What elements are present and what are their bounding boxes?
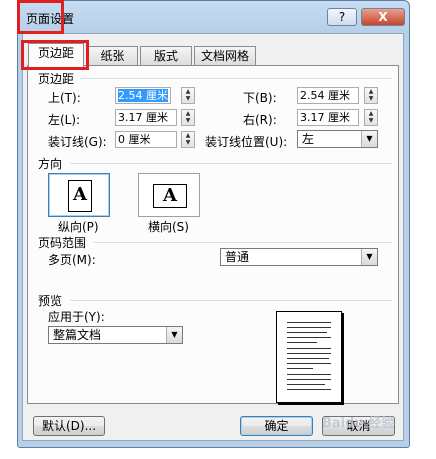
portrait-page-icon: A (68, 180, 92, 212)
preview-line (287, 342, 317, 343)
help-button[interactable]: ? (327, 8, 357, 26)
apply-to-label: 应用于(Y): (48, 310, 105, 324)
watermark: Baidu 经验 (322, 416, 395, 431)
gutter-spinner[interactable]: ▲ ▼ (181, 131, 195, 148)
preview-line (287, 327, 331, 328)
multiple-pages-label: 多页(M): (48, 253, 96, 267)
landscape-page-icon: A (153, 184, 187, 208)
right-margin-label: 右(R): (243, 113, 277, 127)
tab-paper[interactable]: 纸张 (87, 46, 138, 65)
preview-line (287, 358, 329, 359)
preview-line (287, 337, 331, 338)
preview-line (287, 379, 331, 380)
tab-margins[interactable]: 页边距 (28, 43, 84, 67)
left-margin-input[interactable]: 3.17 厘米 (115, 109, 177, 126)
divider (80, 78, 392, 80)
bottom-margin-input[interactable]: 2.54 厘米 (297, 87, 359, 104)
preview-line (287, 322, 331, 323)
preview-page (276, 311, 342, 403)
preview-line (287, 384, 325, 385)
portrait-option[interactable]: A (48, 173, 110, 217)
chevron-down-icon: ▼ (361, 249, 377, 265)
ok-button[interactable]: 确定 (240, 416, 313, 436)
preview-line (287, 348, 331, 349)
gutter-input[interactable]: 0 厘米 (115, 131, 177, 148)
chevron-down-icon: ▼ (166, 327, 182, 343)
preview-line (287, 353, 331, 354)
left-margin-label: 左(L): (48, 113, 81, 127)
chevron-down-icon: ▼ (361, 131, 377, 147)
preview-line (287, 332, 327, 333)
divider (94, 242, 392, 244)
tab-document-grid[interactable]: 文档网格 (194, 46, 256, 65)
default-button[interactable]: 默认(D)... (33, 416, 105, 436)
landscape-label: 横向(S) (148, 220, 189, 234)
gutter-position-label: 装订线位置(U): (205, 135, 288, 149)
preview-line (287, 389, 331, 390)
divider (70, 163, 392, 165)
gutter-position-select[interactable]: 左 ▼ (297, 130, 378, 148)
apply-to-select[interactable]: 整篇文档 ▼ (48, 326, 183, 344)
multiple-pages-select[interactable]: 普通 ▼ (220, 248, 378, 266)
portrait-label: 纵向(P) (58, 220, 99, 234)
preview-line (287, 374, 331, 375)
bottom-margin-spinner[interactable]: ▲ ▼ (364, 87, 378, 104)
top-margin-label: 上(T): (48, 91, 81, 105)
divider (70, 300, 392, 302)
right-margin-spinner[interactable]: ▲ ▼ (364, 109, 378, 126)
top-margin-spinner[interactable]: ▲ ▼ (181, 87, 195, 104)
close-button[interactable]: X (361, 8, 405, 26)
landscape-option[interactable]: A (138, 173, 200, 217)
orientation-section-label: 方向 (38, 157, 63, 171)
left-margin-spinner[interactable]: ▲ ▼ (181, 109, 195, 126)
right-margin-input[interactable]: 3.17 厘米 (297, 109, 359, 126)
preview-section-label: 预览 (38, 294, 63, 308)
title-highlight-box (17, 0, 64, 34)
page-range-section-label: 页码范围 (38, 236, 87, 250)
preview-line (287, 368, 313, 369)
top-margin-input[interactable]: 2.54 厘米 (115, 87, 171, 104)
gutter-label: 装订线(G): (48, 135, 107, 149)
margins-section-label: 页边距 (38, 72, 75, 86)
bottom-margin-label: 下(B): (243, 91, 277, 105)
tab-layout[interactable]: 版式 (140, 46, 192, 65)
preview-line (287, 363, 331, 364)
